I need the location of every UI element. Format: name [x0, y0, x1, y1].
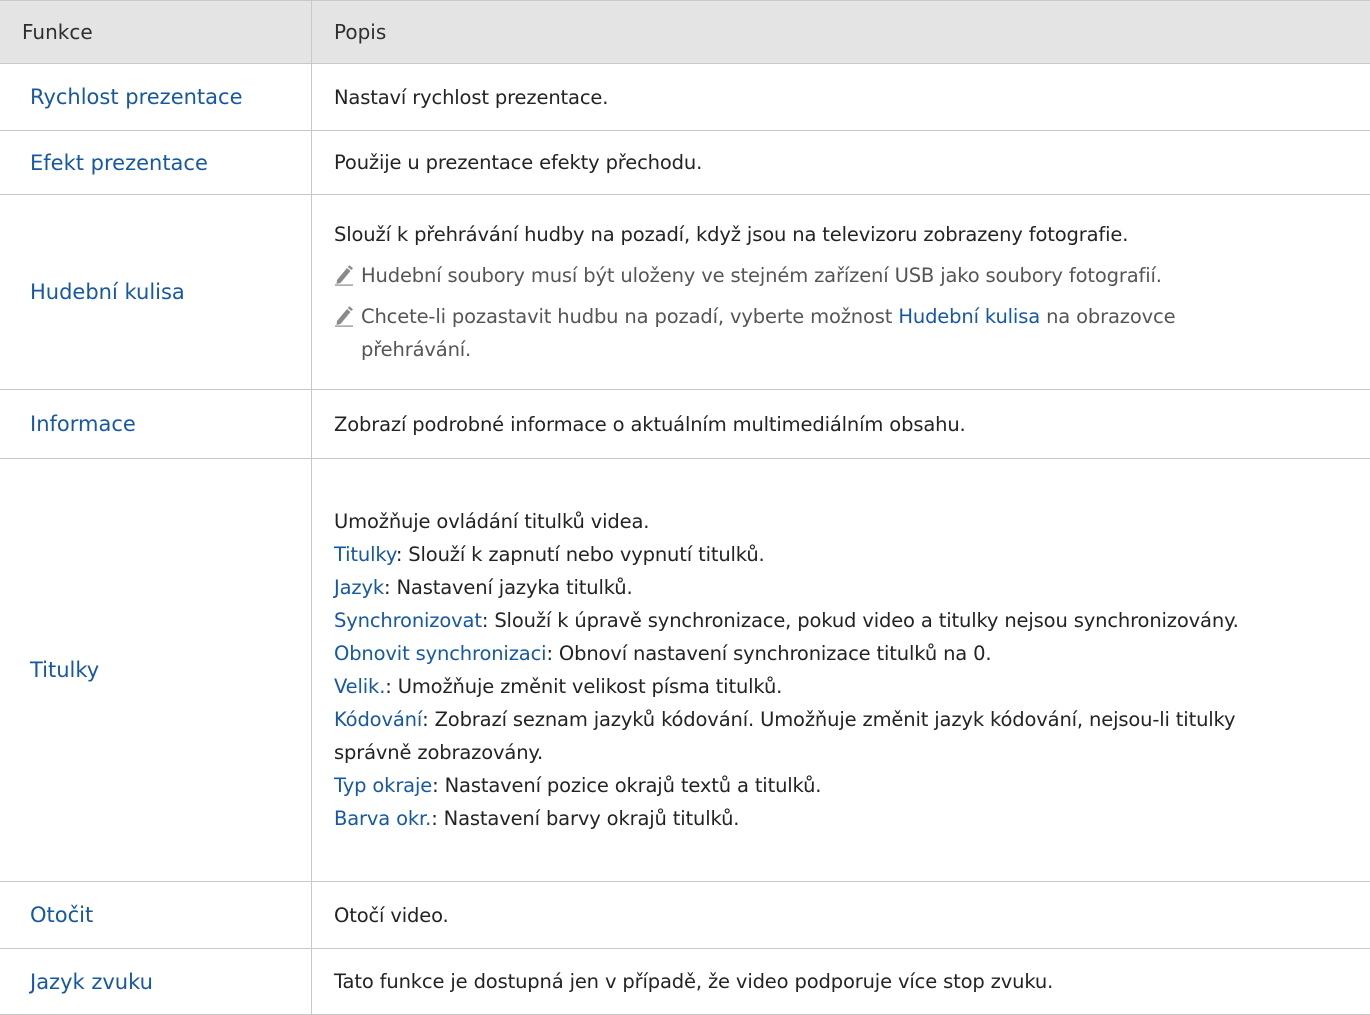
- pencil-icon: [335, 306, 353, 327]
- function-description: Zobrazí podrobné informace o aktuálním m…: [311, 389, 1370, 459]
- table-row: Otočit Otočí video.: [0, 881, 1370, 949]
- function-name: Otočit: [0, 881, 312, 949]
- note-text: Chcete-li pozastavit hudbu na pozadí, vy…: [361, 305, 899, 328]
- table-row: Hudební kulisa Slouží k přehrávání hudby…: [0, 194, 1370, 390]
- option-text: : Nastavení pozice okrajů textů a titulk…: [432, 774, 822, 797]
- option-item: Velik.: Umožňuje změnit velikost písma t…: [334, 670, 1370, 703]
- description-text: Umožňuje ovládání titulků videa.: [334, 510, 650, 533]
- description-text: Slouží k přehrávání hudby na pozadí, kdy…: [334, 223, 1129, 246]
- option-text: : Slouží k úpravě synchronizace, pokud v…: [481, 609, 1239, 632]
- function-description: Otočí video.: [311, 881, 1370, 949]
- option-item: Synchronizovat: Slouží k úpravě synchron…: [334, 604, 1370, 637]
- note-text: přehrávání.: [361, 338, 472, 361]
- option-text: : Slouží k zapnutí nebo vypnutí titulků.: [395, 543, 765, 566]
- note-text: Hudební soubory musí být uloženy ve stej…: [361, 264, 1162, 287]
- note: Chcete-li pozastavit hudbu na pozadí, vy…: [334, 300, 1370, 366]
- header-function: Funkce: [0, 0, 312, 64]
- pencil-icon: [335, 265, 353, 286]
- option-item: Typ okraje: Nastavení pozice okrajů text…: [334, 769, 1370, 802]
- table-row: Titulky Umožňuje ovládání titulků videa.…: [0, 458, 1370, 882]
- option-item-continuation: správně zobrazovány.: [334, 741, 544, 764]
- option-item: Kódování: Zobrazí seznam jazyků kódování…: [334, 703, 1370, 736]
- option-term[interactable]: Barva okr.: [334, 807, 431, 830]
- function-name: Informace: [0, 389, 312, 459]
- function-name: Efekt prezentace: [0, 130, 312, 195]
- option-term[interactable]: Velik.: [334, 675, 385, 698]
- note: Hudební soubory musí být uloženy ve stej…: [334, 259, 1370, 292]
- function-name: Rychlost prezentace: [0, 63, 312, 131]
- option-term[interactable]: Synchronizovat: [334, 609, 482, 632]
- option-item: Jazyk: Nastavení jazyka titulků.: [334, 571, 1370, 604]
- function-description: Slouží k přehrávání hudby na pozadí, kdy…: [311, 194, 1370, 390]
- function-name: Titulky: [0, 458, 312, 882]
- option-item: Obnovit synchronizaci: Obnoví nastavení …: [334, 637, 1370, 670]
- function-description: Tato funkce je dostupná jen v případě, ž…: [311, 948, 1370, 1015]
- function-name: Jazyk zvuku: [0, 948, 312, 1015]
- option-text: : Obnoví nastavení synchronizace titulků…: [546, 642, 992, 665]
- table-row: Efekt prezentace Použije u prezentace ef…: [0, 130, 1370, 195]
- function-description: Použije u prezentace efekty přechodu.: [311, 130, 1370, 195]
- functions-table: Funkce Popis Rychlost prezentace Nastaví…: [0, 0, 1370, 1015]
- function-description: Umožňuje ovládání titulků videa. Titulky…: [311, 458, 1370, 882]
- option-item: Titulky: Slouží k zapnutí nebo vypnutí t…: [334, 538, 1370, 571]
- function-description: Nastaví rychlost prezentace.: [311, 63, 1370, 131]
- option-term[interactable]: Typ okraje: [334, 774, 432, 797]
- option-text: : Zobrazí seznam jazyků kódování. Umožňu…: [422, 708, 1236, 731]
- option-term[interactable]: Titulky: [334, 543, 396, 566]
- function-name: Hudební kulisa: [0, 194, 312, 390]
- option-item: Barva okr.: Nastavení barvy okrajů titul…: [334, 802, 1370, 835]
- note-text: na obrazovce: [1040, 305, 1176, 328]
- option-term[interactable]: Kódování: [334, 708, 422, 731]
- option-term[interactable]: Obnovit synchronizaci: [334, 642, 547, 665]
- option-text: : Nastavení jazyka titulků.: [384, 576, 633, 599]
- table-row: Jazyk zvuku Tato funkce je dostupná jen …: [0, 948, 1370, 1015]
- table-row: Informace Zobrazí podrobné informace o a…: [0, 389, 1370, 459]
- menu-link-hudebni-kulisa[interactable]: Hudební kulisa: [898, 305, 1040, 328]
- table-header-row: Funkce Popis: [0, 0, 1370, 64]
- table-row: Rychlost prezentace Nastaví rychlost pre…: [0, 63, 1370, 131]
- option-text: : Nastavení barvy okrajů titulků.: [431, 807, 740, 830]
- header-description: Popis: [311, 0, 1370, 64]
- option-text: : Umožňuje změnit velikost písma titulků…: [385, 675, 783, 698]
- option-term[interactable]: Jazyk: [334, 576, 384, 599]
